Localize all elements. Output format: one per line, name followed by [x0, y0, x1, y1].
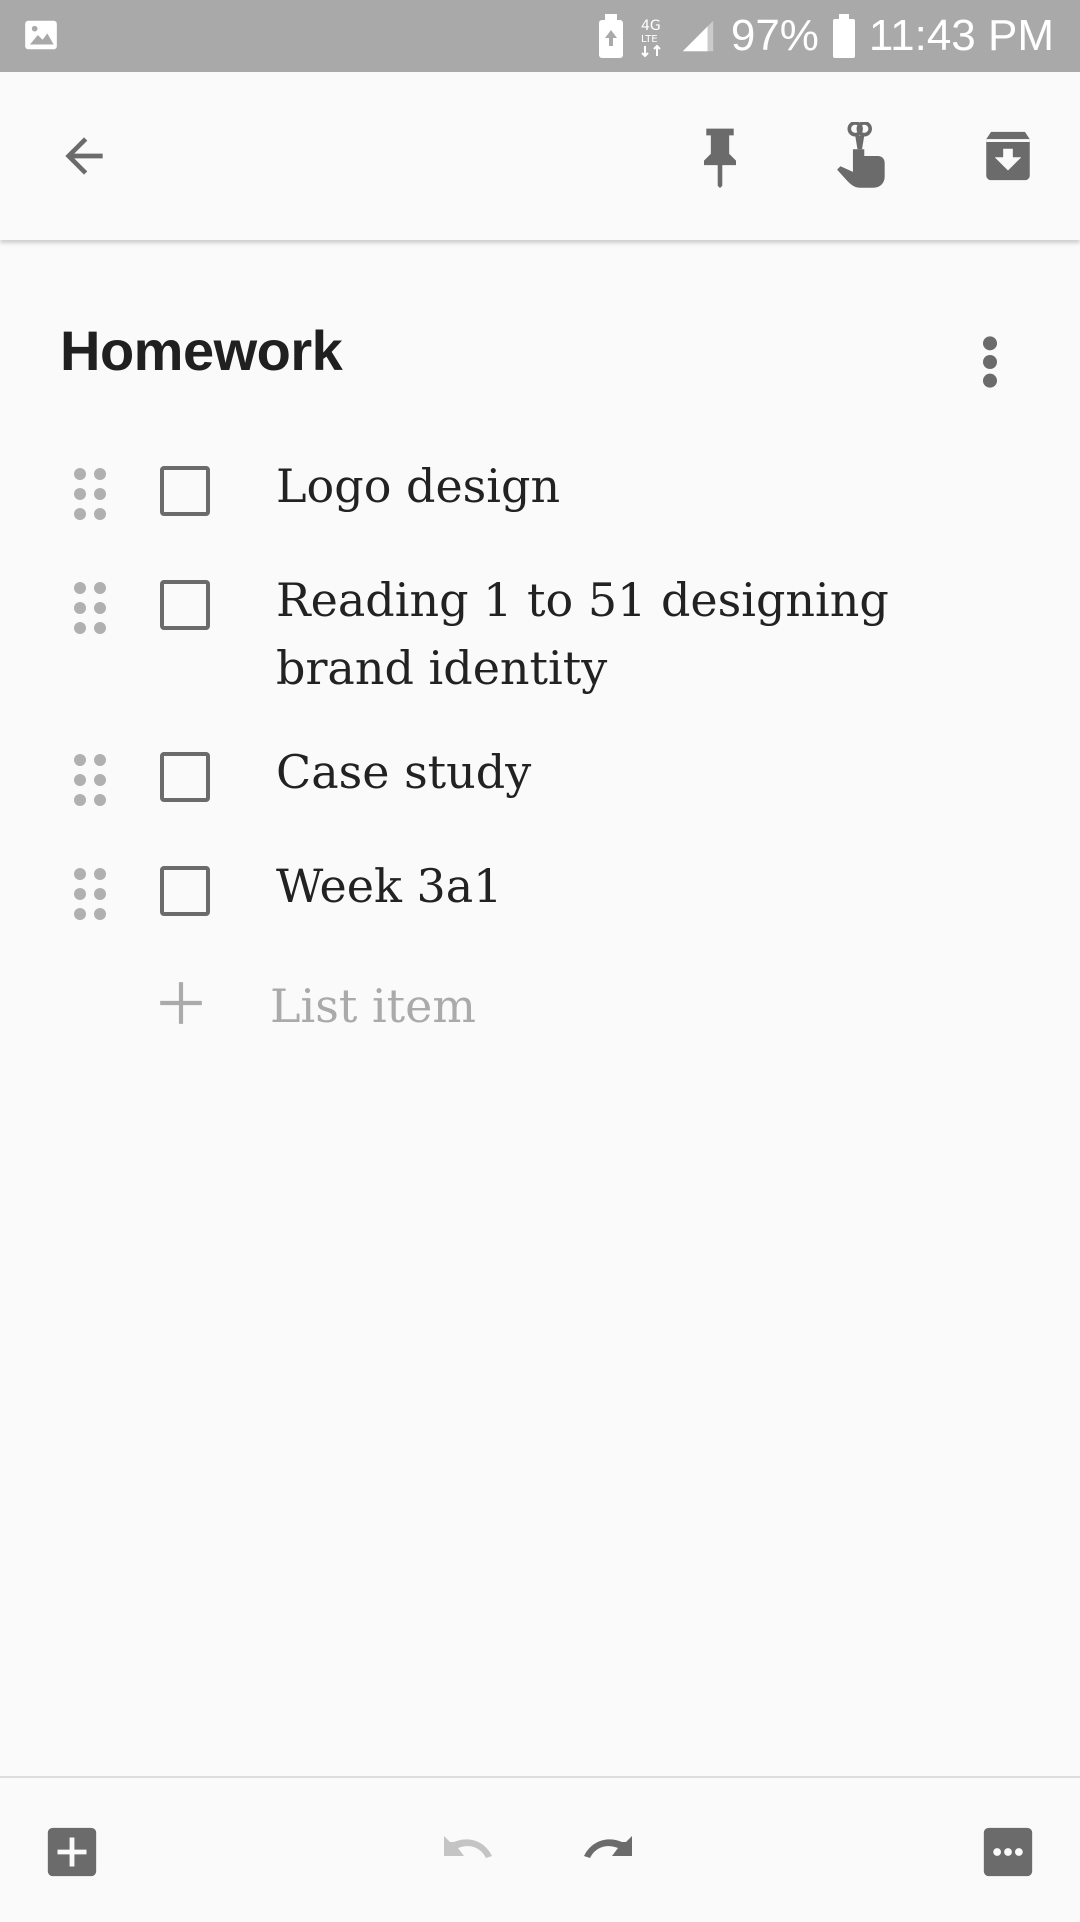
- more-options-button[interactable]: [978, 1822, 1038, 1882]
- list-item: Case study: [0, 738, 1080, 852]
- pin-icon: [704, 128, 736, 188]
- reminder-button[interactable]: [826, 120, 898, 192]
- add-content-button[interactable]: [42, 1822, 102, 1882]
- clock: 11:43 PM: [868, 11, 1054, 60]
- item-text[interactable]: Logo design: [276, 452, 916, 520]
- item-text[interactable]: Week 3a1: [276, 852, 916, 920]
- drag-handle-icon[interactable]: [72, 752, 108, 808]
- drag-handle-icon[interactable]: [72, 866, 108, 922]
- lte-icon: 4G LTE: [639, 14, 665, 58]
- gallery-icon: [22, 16, 60, 59]
- checklist: Logo design Reading 1 to 51 designing br…: [0, 452, 1080, 1033]
- note-toolbar: [0, 72, 1080, 240]
- add-box-icon: [47, 1827, 97, 1877]
- drag-handle-icon[interactable]: [72, 580, 108, 636]
- back-arrow-icon: [65, 137, 103, 175]
- battery-icon: [832, 14, 855, 58]
- more-vert-icon: [983, 336, 997, 388]
- undo-icon: [444, 1836, 492, 1858]
- list-item-input[interactable]: List item: [270, 972, 476, 1040]
- undo-button[interactable]: [436, 1822, 496, 1882]
- signal-icon: [679, 17, 717, 55]
- item-text[interactable]: Reading 1 to 51 designing brand identity: [276, 566, 916, 702]
- note-title[interactable]: Homework: [60, 318, 343, 383]
- svg-text:LTE: LTE: [641, 34, 658, 45]
- battery-percent: 97%: [730, 11, 819, 60]
- item-checkbox[interactable]: [160, 466, 210, 516]
- back-button[interactable]: [48, 120, 120, 192]
- pin-button[interactable]: [684, 120, 756, 192]
- item-checkbox[interactable]: [160, 752, 210, 802]
- add-list-item-row[interactable]: List item: [0, 972, 1080, 1052]
- status-bar: 4G LTE 97% 11:43 PM: [0, 0, 1080, 72]
- item-checkbox[interactable]: [160, 866, 210, 916]
- list-item: Reading 1 to 51 designing brand identity: [0, 566, 1080, 738]
- list-item: Logo design: [0, 452, 1080, 566]
- svg-text:4G: 4G: [641, 18, 661, 34]
- item-text[interactable]: Case study: [276, 738, 916, 806]
- redo-icon: [584, 1836, 632, 1858]
- drag-handle-icon[interactable]: [72, 466, 108, 522]
- more-horiz-icon: [983, 1827, 1033, 1877]
- archive-icon: [986, 131, 1030, 181]
- item-checkbox[interactable]: [160, 580, 210, 630]
- plus-icon: [160, 982, 202, 1024]
- note-options-button[interactable]: [960, 326, 1020, 398]
- list-item: Week 3a1: [0, 852, 1080, 966]
- reminder-icon: [837, 122, 885, 188]
- archive-button[interactable]: [972, 120, 1044, 192]
- bottom-bar: [0, 1776, 1080, 1922]
- redo-button[interactable]: [580, 1822, 640, 1882]
- battery-saver-icon: [597, 14, 625, 58]
